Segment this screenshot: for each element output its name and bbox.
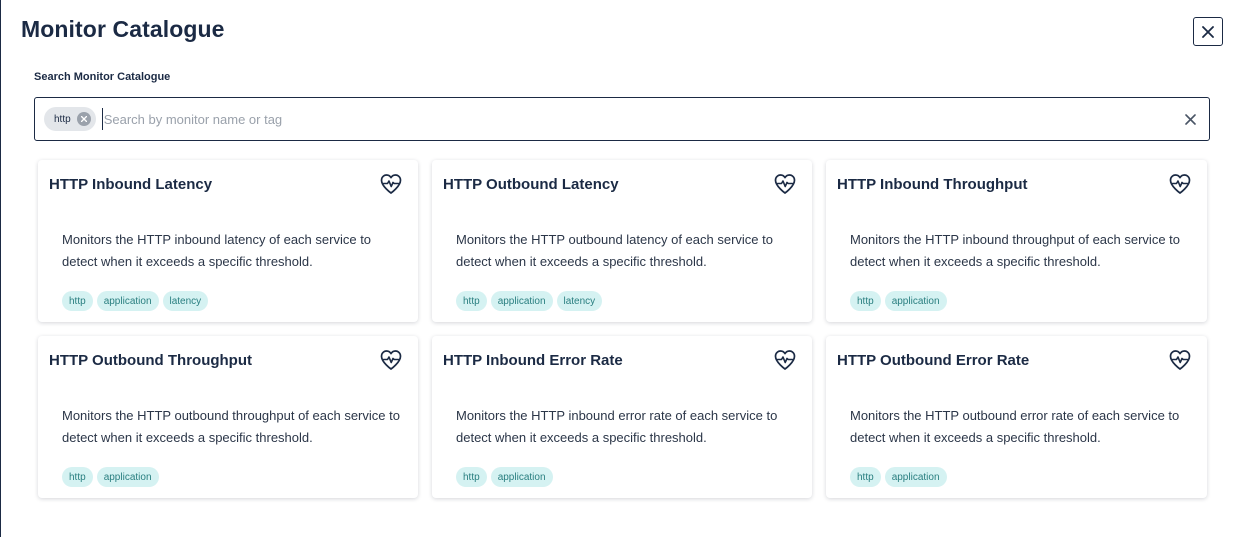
monitor-card[interactable]: HTTP Inbound Error Rate Monitors the HTTP… (432, 336, 812, 498)
tag-list: http application (850, 467, 947, 487)
tag: latency (556, 291, 603, 311)
tag: application (490, 291, 553, 311)
tag-list: http application (62, 467, 159, 487)
clear-icon (1184, 113, 1196, 125)
monitor-card-grid: HTTP Inbound Latency Monitors the HTTP in… (38, 160, 1207, 498)
heartbeat-icon (379, 173, 403, 195)
tag-list: http application latency (456, 291, 603, 311)
heartbeat-icon (773, 173, 797, 195)
monitor-card[interactable]: HTTP Inbound Latency Monitors the HTTP in… (38, 160, 418, 322)
monitor-card-description: Monitors the HTTP outbound error rate of… (850, 408, 1180, 445)
search-label: Search Monitor Catalogue (34, 71, 171, 83)
heartbeat-icon (773, 349, 797, 371)
monitor-card[interactable]: HTTP Outbound Error Rate Monitors the HTT… (826, 336, 1207, 498)
monitor-card-title: HTTP Inbound Error Rate (443, 352, 623, 369)
monitor-card-description: Monitors the HTTP outbound throughput of… (62, 408, 400, 445)
tag: http (62, 291, 93, 311)
tag: http (850, 467, 881, 487)
search-input[interactable] (101, 108, 1176, 130)
tag-list: http application latency (62, 291, 209, 311)
heartbeat-icon (1168, 173, 1192, 195)
monitor-card[interactable]: HTTP Outbound Latency Monitors the HTTP o… (432, 160, 812, 322)
tag-list: http application (850, 291, 947, 311)
filter-chip-label: http (54, 113, 71, 125)
monitor-card[interactable]: HTTP Outbound Throughput Monitors the HTT… (38, 336, 418, 498)
modal-title: Monitor Catalogue (21, 16, 225, 42)
heartbeat-icon (379, 349, 403, 371)
tag: application (96, 467, 159, 487)
filter-chip-http: http (44, 107, 96, 131)
tag: http (62, 467, 93, 487)
heartbeat-icon (1168, 349, 1192, 371)
clear-search-button[interactable] (1176, 105, 1204, 133)
tag: http (456, 291, 487, 311)
tag: http (456, 467, 487, 487)
monitor-card-title: HTTP Inbound Throughput (837, 176, 1028, 193)
monitor-card-title: HTTP Outbound Throughput (49, 352, 252, 369)
monitor-card-title: HTTP Outbound Latency (443, 176, 619, 193)
monitor-card[interactable]: HTTP Inbound Throughput Monitors the HTTP… (826, 160, 1207, 322)
tag-list: http application (456, 467, 553, 487)
tag: application (884, 467, 947, 487)
monitor-catalogue-modal: Monitor Catalogue Search Monitor Catalog… (0, 0, 1240, 537)
monitor-card-description: Monitors the HTTP inbound error rate of … (456, 408, 778, 445)
monitor-card-description: Monitors the HTTP inbound latency of eac… (62, 232, 372, 269)
tag: application (884, 291, 947, 311)
monitor-card-title: HTTP Inbound Latency (49, 176, 213, 193)
tag: latency (162, 291, 209, 311)
tag: application (96, 291, 159, 311)
close-button[interactable] (1193, 17, 1223, 46)
tag: http (850, 291, 881, 311)
monitor-card-title: HTTP Outbound Error Rate (837, 352, 1030, 369)
search-box[interactable]: http (34, 97, 1210, 141)
monitor-card-description: Monitors the HTTP outbound latency of ea… (456, 232, 773, 269)
tag: application (490, 467, 553, 487)
monitor-card-description: Monitors the HTTP inbound throughput of … (850, 232, 1181, 269)
chip-remove-icon[interactable] (76, 112, 91, 126)
close-icon (1202, 25, 1214, 38)
